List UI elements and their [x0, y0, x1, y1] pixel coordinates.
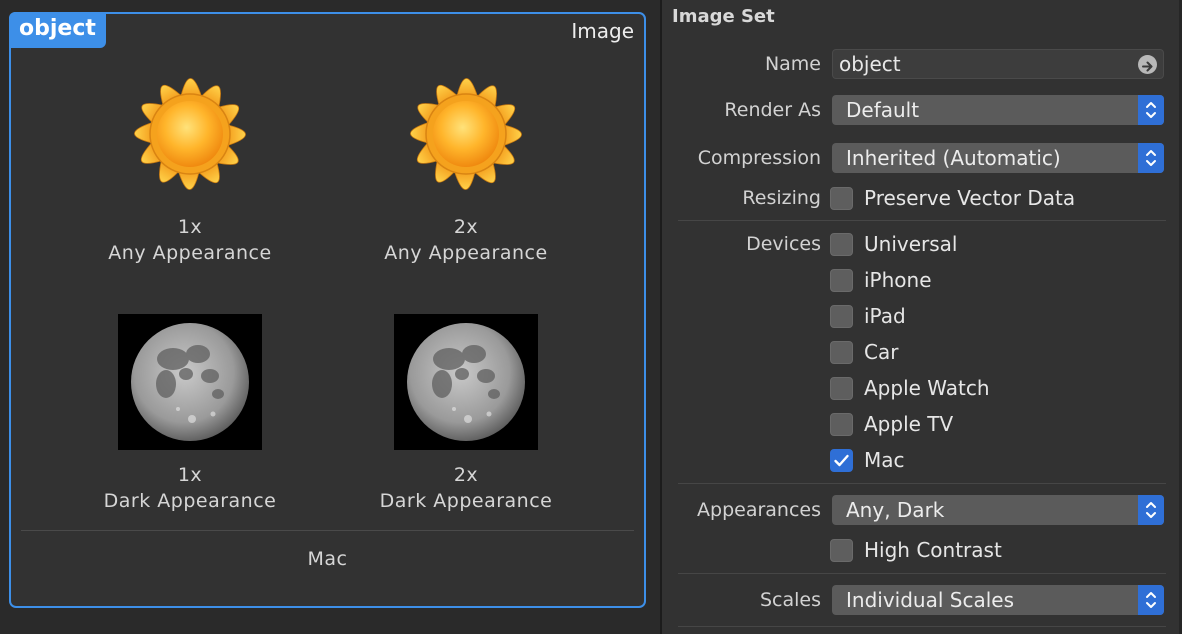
- image-slot-1x-any[interactable]: 1x Any Appearance: [90, 66, 290, 266]
- device-checkbox-mac[interactable]: Mac: [830, 447, 905, 473]
- moon-image: [394, 314, 538, 450]
- checkbox[interactable]: [830, 340, 853, 364]
- compression-popup[interactable]: Inherited (Automatic): [832, 143, 1164, 173]
- render-as-label: Render As: [724, 99, 821, 121]
- checkbox-label: Apple Watch: [864, 376, 990, 400]
- chevron-updown-icon: [1138, 143, 1164, 173]
- appearances-value: Any, Dark: [846, 498, 945, 522]
- section-divider: [678, 220, 1166, 221]
- render-as-value: Default: [846, 98, 920, 122]
- attributes-inspector: Image Set Name object Render As Default …: [662, 0, 1182, 634]
- sun-image: [394, 66, 538, 202]
- section-divider: [678, 573, 1166, 574]
- image-slot-1x-dark[interactable]: 1x Dark Appearance: [90, 314, 290, 514]
- platform-divider: [21, 530, 634, 531]
- compression-value: Inherited (Automatic): [846, 146, 1061, 170]
- slot-scale: 2x: [453, 464, 479, 486]
- image-set-name-tag[interactable]: object: [9, 12, 106, 48]
- compression-label: Compression: [697, 147, 821, 169]
- device-checkbox-iphone[interactable]: iPhone: [830, 267, 932, 293]
- chevron-updown-icon: [1138, 95, 1164, 125]
- image-set-kind: Image: [571, 19, 634, 43]
- checkbox-label: Car: [864, 340, 899, 364]
- device-checkbox-universal[interactable]: Universal: [830, 231, 957, 257]
- checkbox-label: iPad: [864, 304, 906, 328]
- scales-label: Scales: [759, 589, 821, 611]
- checkbox-label: High Contrast: [864, 538, 1002, 562]
- checkbox[interactable]: [830, 268, 853, 292]
- section-divider: [678, 483, 1166, 484]
- image-slot-2x-dark[interactable]: 2x Dark Appearance: [366, 314, 566, 514]
- image-set-box[interactable]: object Image 1x Any Appearance 2x Any Ap…: [9, 12, 646, 608]
- checkbox-label: iPhone: [864, 268, 932, 292]
- checkbox[interactable]: [830, 186, 853, 210]
- checkbox-label: Mac: [864, 448, 905, 472]
- name-label: Name: [764, 53, 821, 75]
- moon-image: [118, 314, 262, 450]
- preserve-vector-data-checkbox[interactable]: Preserve Vector Data: [830, 185, 1075, 211]
- checkbox[interactable]: [830, 412, 853, 436]
- scales-value: Individual Scales: [846, 588, 1014, 612]
- devices-label: Devices: [746, 233, 821, 255]
- sun-image: [118, 66, 262, 202]
- appearances-popup[interactable]: Any, Dark: [832, 495, 1164, 525]
- image-set-editor: object Image 1x Any Appearance 2x Any Ap…: [0, 0, 660, 634]
- section-divider: [678, 626, 1166, 627]
- checkbox-label: Preserve Vector Data: [864, 186, 1076, 210]
- slot-scale: 1x: [177, 464, 203, 486]
- slot-appearance: Dark Appearance: [379, 490, 553, 512]
- slot-appearance: Any Appearance: [108, 242, 272, 264]
- device-checkbox-apple-watch[interactable]: Apple Watch: [830, 375, 990, 401]
- checkmark-icon[interactable]: [830, 448, 853, 472]
- high-contrast-checkbox[interactable]: High Contrast: [830, 537, 1002, 563]
- name-field-value: object: [839, 52, 901, 76]
- appearances-label: Appearances: [697, 499, 821, 521]
- device-checkbox-apple-tv[interactable]: Apple TV: [830, 411, 953, 437]
- checkbox[interactable]: [830, 232, 853, 256]
- name-field[interactable]: object: [832, 49, 1164, 79]
- inspector-section-title: Image Set: [672, 6, 775, 27]
- resizing-label: Resizing: [742, 187, 821, 209]
- render-as-popup[interactable]: Default: [832, 95, 1164, 125]
- checkbox-label: Apple TV: [864, 412, 954, 436]
- scales-popup[interactable]: Individual Scales: [832, 585, 1164, 615]
- arrow-right-icon[interactable]: [1138, 55, 1157, 74]
- platform-label: Mac: [307, 548, 348, 570]
- device-checkbox-ipad[interactable]: iPad: [830, 303, 906, 329]
- image-slot-2x-any[interactable]: 2x Any Appearance: [366, 66, 566, 266]
- slot-scale: 1x: [177, 216, 203, 238]
- chevron-updown-icon: [1138, 495, 1164, 525]
- slot-appearance: Any Appearance: [384, 242, 548, 264]
- slot-scale: 2x: [453, 216, 479, 238]
- checkbox-label: Universal: [864, 232, 958, 256]
- device-checkbox-car[interactable]: Car: [830, 339, 898, 365]
- chevron-updown-icon: [1138, 585, 1164, 615]
- checkbox[interactable]: [830, 538, 853, 562]
- checkbox[interactable]: [830, 376, 853, 400]
- checkbox[interactable]: [830, 304, 853, 328]
- slot-appearance: Dark Appearance: [103, 490, 277, 512]
